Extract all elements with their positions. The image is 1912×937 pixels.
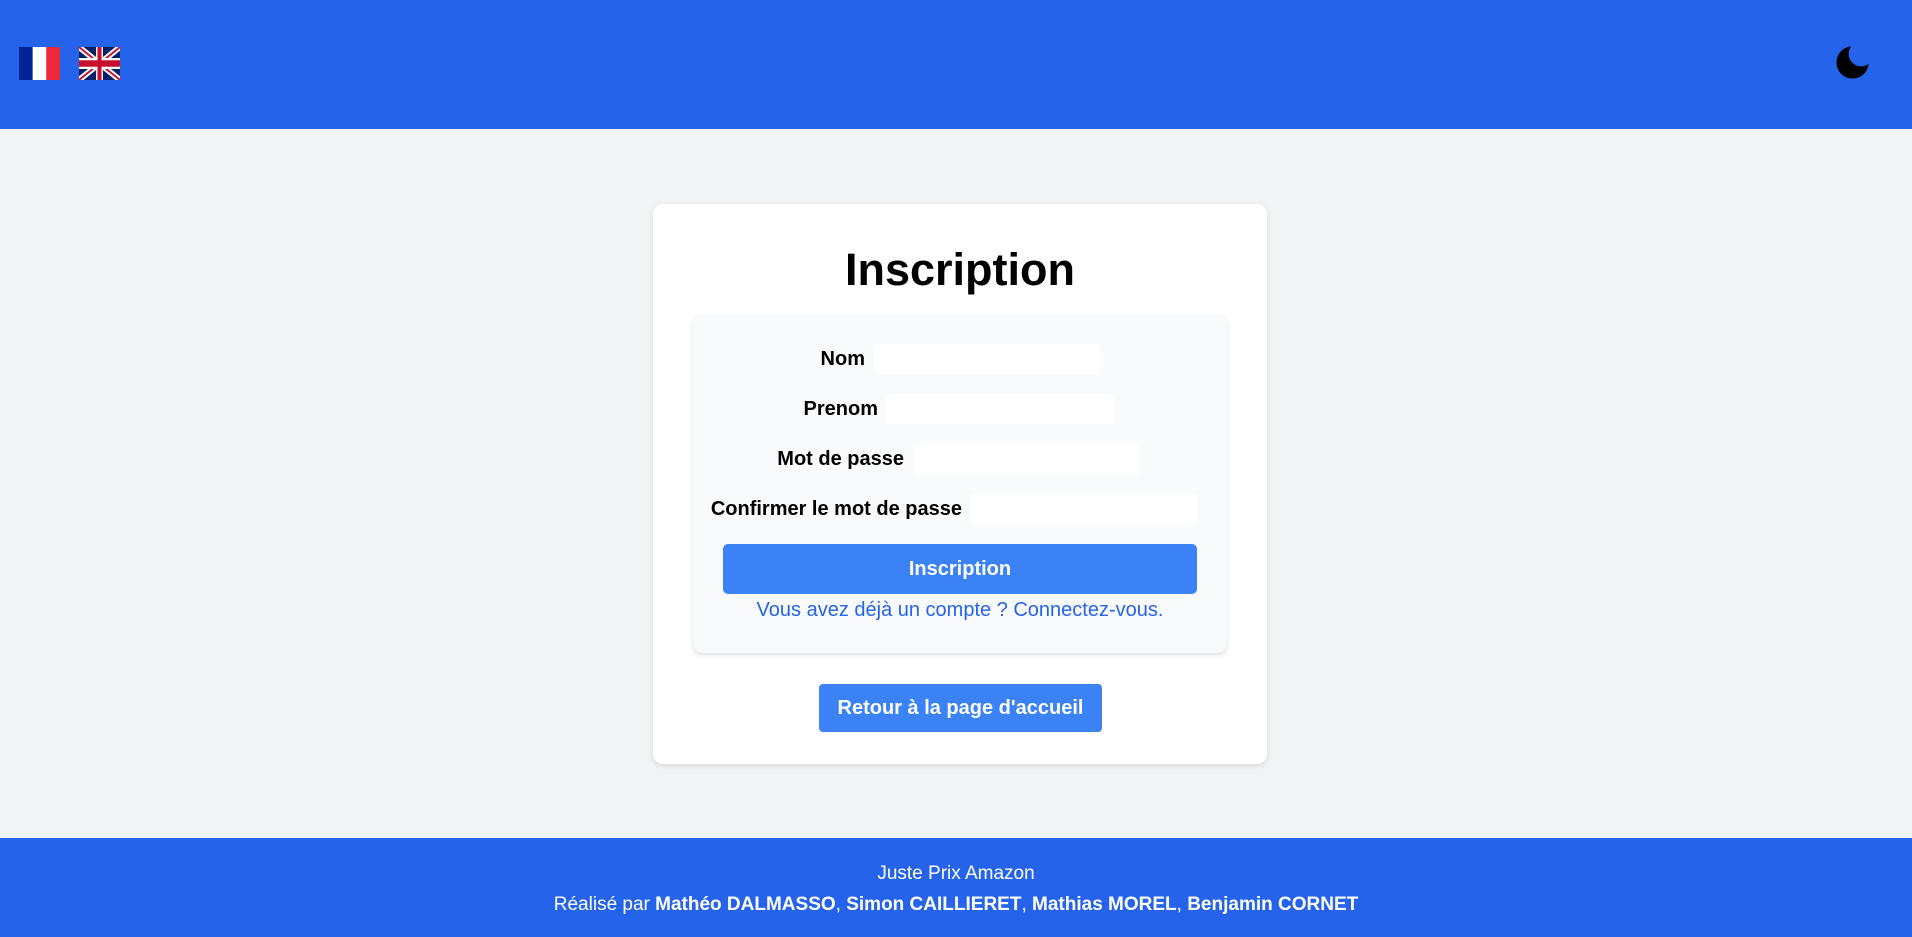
signup-button[interactable]: Inscription <box>723 544 1197 594</box>
field-row-confirm-password: Confirmer le mot de passe <box>0 494 1912 524</box>
password-label: Mot de passe <box>777 448 904 470</box>
author-3: Mathias MOREL <box>1032 894 1177 915</box>
page-title: Inscription <box>844 244 1075 295</box>
password-input[interactable] <box>913 444 1139 474</box>
footer-app-name: Juste Prix Amazon <box>877 863 1035 884</box>
author-4: Benjamin CORNET <box>1187 894 1359 915</box>
nom-label: Nom <box>820 348 865 370</box>
prenom-input[interactable] <box>887 394 1113 424</box>
author-separator: , <box>835 894 841 915</box>
nom-input[interactable] <box>874 344 1100 374</box>
field-row-prenom: Prenom <box>0 394 1912 424</box>
author-separator: , <box>1176 894 1182 915</box>
author-separator: , <box>1021 894 1027 915</box>
top-navbar <box>0 0 1912 129</box>
author-1: Mathéo DALMASSO <box>655 894 836 915</box>
footer-credits: Réalisé par Mathéo DALMASSO, Simon CAILL… <box>0 893 1912 917</box>
prenom-label: Prenom <box>803 398 878 420</box>
home-button[interactable]: Retour à la page d'accueil <box>819 684 1102 732</box>
moon-icon[interactable] <box>1831 41 1874 84</box>
author-2: Simon CAILLIERET <box>846 894 1022 915</box>
field-row-nom: Nom <box>0 344 1912 374</box>
france-flag-icon[interactable] <box>19 47 60 80</box>
field-row-password: Mot de passe <box>0 444 1912 474</box>
confirm-password-input[interactable] <box>971 494 1197 524</box>
login-link[interactable]: Vous avez déjà un compte ? Connectez-vou… <box>693 597 1227 623</box>
credits-prefix: Réalisé par <box>553 894 650 915</box>
uk-flag-icon[interactable] <box>79 47 120 80</box>
footer: Juste Prix Amazon Réalisé par Mathéo DAL… <box>0 838 1912 937</box>
confirm-password-label: Confirmer le mot de passe <box>710 498 962 520</box>
